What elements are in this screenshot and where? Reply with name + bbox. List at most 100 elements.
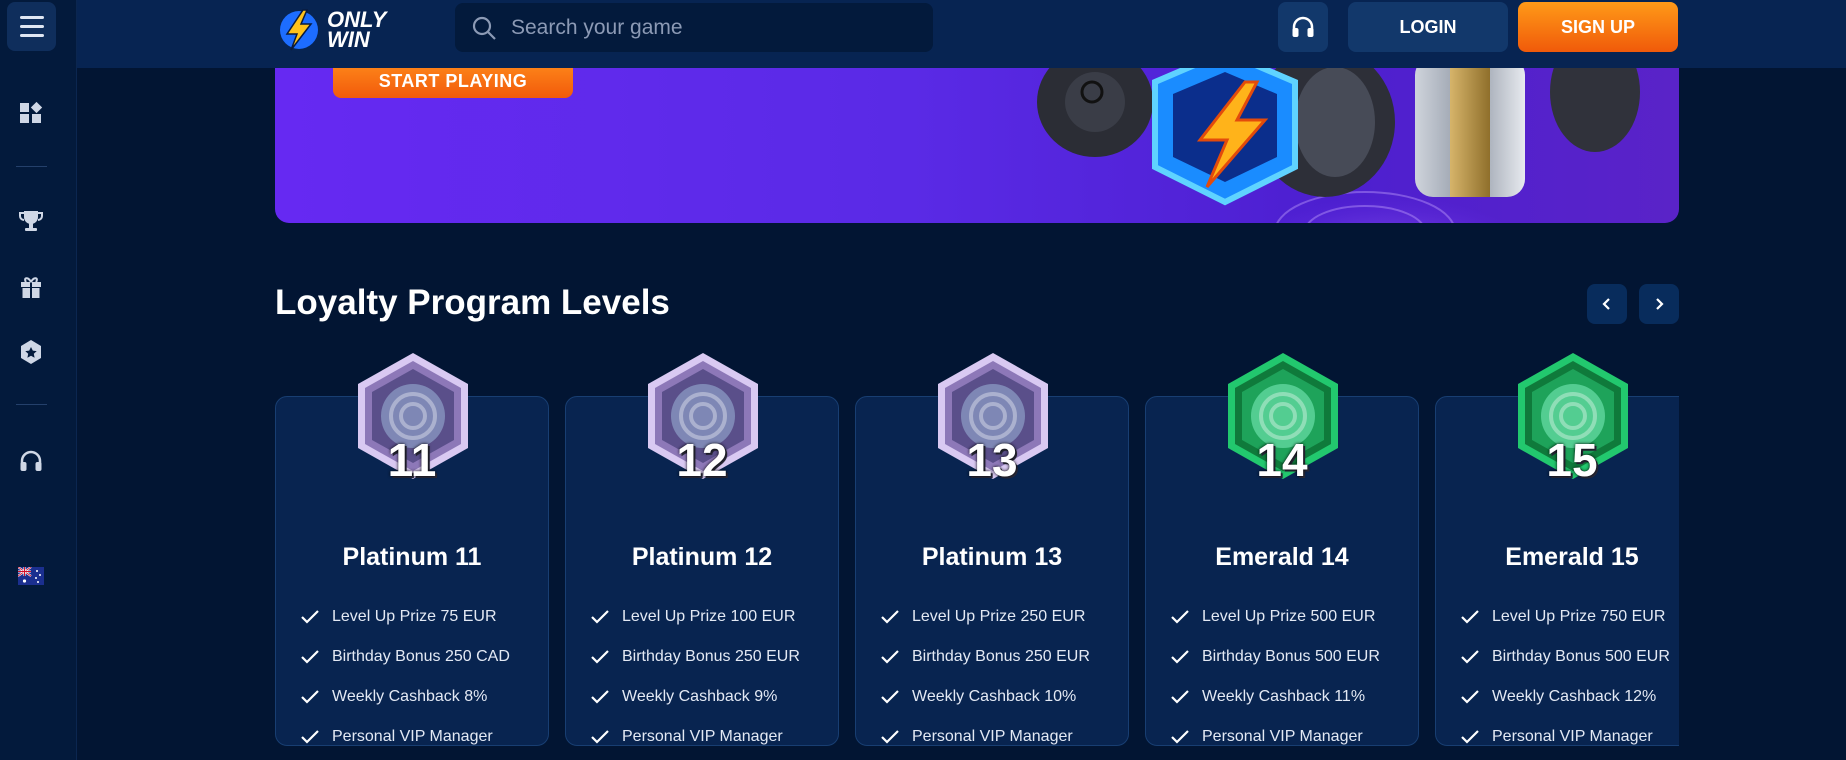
loyalty-section-title: Loyalty Program Levels [275, 283, 670, 322]
level-name: Emerald 15 [1505, 543, 1639, 571]
perk-item: Birthday Bonus 250 EUR [880, 637, 1120, 677]
headset-icon [1292, 16, 1314, 37]
check-icon [301, 650, 319, 664]
check-icon [1461, 610, 1479, 624]
main-area: START PLAYING ONLY WIN Search your game … [77, 0, 1846, 760]
perk-text: Birthday Bonus 250 EUR [622, 648, 800, 665]
perk-text: Weekly Cashback 9% [622, 688, 778, 705]
check-icon [1461, 730, 1479, 744]
gift-icon[interactable] [15, 271, 47, 303]
check-icon [591, 650, 609, 664]
search-box[interactable] [455, 3, 933, 52]
level-name: Emerald 14 [1215, 543, 1349, 571]
check-icon [1171, 650, 1189, 664]
perk-text: Personal VIP Manager [1492, 728, 1653, 745]
carousel-next-button[interactable] [1639, 284, 1679, 324]
perk-text: Personal VIP Manager [622, 728, 783, 745]
search-icon [472, 16, 496, 40]
perk-text: Birthday Bonus 250 CAD [332, 648, 510, 665]
logo-wordmark: ONLY WIN [327, 7, 387, 52]
level-badge-number: 11 [387, 434, 437, 486]
login-button[interactable]: LOGIN [1348, 2, 1508, 52]
check-icon [1171, 730, 1189, 744]
level-name: Platinum 13 [921, 543, 1063, 571]
perk-item: Level Up Prize 250 EUR [880, 597, 1120, 637]
grid-icon[interactable] [15, 97, 47, 129]
site-logo[interactable]: ONLY WIN [277, 5, 386, 55]
perk-item: Personal VIP Manager [300, 717, 540, 757]
level-name: Platinum 11 [342, 543, 482, 571]
check-icon [881, 610, 899, 624]
promo-banner: START PLAYING [275, 68, 1679, 223]
check-icon [1461, 650, 1479, 664]
check-icon [1461, 690, 1479, 704]
perk-item: Level Up Prize 750 EUR [1460, 597, 1679, 637]
top-header: ONLY WIN LOGIN SIGN UP [77, 0, 1846, 68]
check-icon [1171, 690, 1189, 704]
search-input[interactable] [509, 14, 873, 41]
perk-list: Level Up Prize 75 EUR Birthday Bonus 250… [300, 597, 540, 757]
perk-text: Birthday Bonus 500 EUR [1492, 648, 1670, 665]
menu-button[interactable] [7, 2, 56, 51]
check-icon [881, 730, 899, 744]
perk-text: Personal VIP Manager [332, 728, 493, 745]
start-playing-button[interactable]: START PLAYING [333, 68, 573, 98]
check-icon [301, 610, 319, 624]
menu-icon-bar [19, 16, 44, 19]
support-button[interactable] [1278, 2, 1328, 52]
perk-text: Personal VIP Manager [912, 728, 1073, 745]
loyalty-levels-carousel: 11 Platinum 11 Level Up Prize 75 EUR Bir… [275, 350, 1679, 760]
perk-text: Level Up Prize 75 EUR [332, 608, 497, 625]
perk-text: Weekly Cashback 12% [1492, 688, 1657, 705]
banner-artwork-image [1037, 68, 1640, 223]
check-icon [301, 730, 319, 744]
perk-text: Birthday Bonus 250 EUR [912, 648, 1090, 665]
perk-list: Level Up Prize 500 EUR Birthday Bonus 50… [1170, 597, 1410, 757]
perk-list: Level Up Prize 100 EUR Birthday Bonus 25… [590, 597, 830, 757]
check-icon [1171, 610, 1189, 624]
check-icon [591, 610, 609, 624]
level-badge-number: 14 [1256, 434, 1308, 486]
perk-text: Level Up Prize 250 EUR [912, 608, 1086, 625]
perk-item: Personal VIP Manager [1460, 717, 1679, 757]
level-name: Platinum 12 [631, 543, 773, 571]
signup-button[interactable]: SIGN UP [1518, 2, 1678, 52]
perk-item: Level Up Prize 100 EUR [590, 597, 830, 637]
perk-item: Level Up Prize 500 EUR [1170, 597, 1410, 637]
level-card: 15 Emerald 15 Level Up Prize 750 EUR Bir… [1435, 353, 1679, 746]
perk-text: Birthday Bonus 500 EUR [1202, 648, 1380, 665]
perk-item: Personal VIP Manager [1170, 717, 1410, 757]
level-card: 14 Emerald 14 Level Up Prize 500 EUR Bir… [1145, 353, 1419, 746]
chevron-left-icon [1602, 298, 1610, 310]
perk-item: Personal VIP Manager [590, 717, 830, 757]
sidebar [0, 0, 77, 760]
sidebar-divider [16, 166, 47, 167]
perk-item: Weekly Cashback 9% [590, 677, 830, 717]
perk-list: Level Up Prize 250 EUR Birthday Bonus 25… [880, 597, 1120, 757]
menu-icon-bar [19, 25, 44, 28]
perk-item: Birthday Bonus 500 EUR [1170, 637, 1410, 677]
level-badge-number: 15 [1546, 434, 1598, 486]
trophy-icon[interactable] [15, 205, 47, 237]
perk-text: Weekly Cashback 10% [912, 688, 1077, 705]
carousel-prev-button[interactable] [1587, 284, 1627, 324]
perk-item: Weekly Cashback 8% [300, 677, 540, 717]
level-badge-number: 12 [676, 434, 728, 486]
perk-item: Level Up Prize 75 EUR [300, 597, 540, 637]
perk-text: Weekly Cashback 11% [1202, 688, 1366, 705]
perk-item: Personal VIP Manager [880, 717, 1120, 757]
australia-flag-icon[interactable] [15, 560, 47, 592]
check-icon [591, 690, 609, 704]
headset-icon[interactable] [15, 445, 47, 477]
check-icon [881, 690, 899, 704]
level-card: 11 Platinum 11 Level Up Prize 75 EUR Bir… [275, 353, 549, 746]
perk-text: Personal VIP Manager [1202, 728, 1363, 745]
level-card: 12 Platinum 12 Level Up Prize 100 EUR Bi… [565, 353, 839, 746]
badge-star-icon[interactable] [15, 336, 47, 368]
perk-list: Level Up Prize 750 EUR Birthday Bonus 50… [1460, 597, 1679, 757]
logo-bolt-icon [280, 9, 318, 51]
chevron-right-icon [1656, 298, 1664, 310]
check-icon [591, 730, 609, 744]
level-badge-number: 13 [966, 434, 1018, 486]
perk-text: Level Up Prize 500 EUR [1202, 608, 1376, 625]
